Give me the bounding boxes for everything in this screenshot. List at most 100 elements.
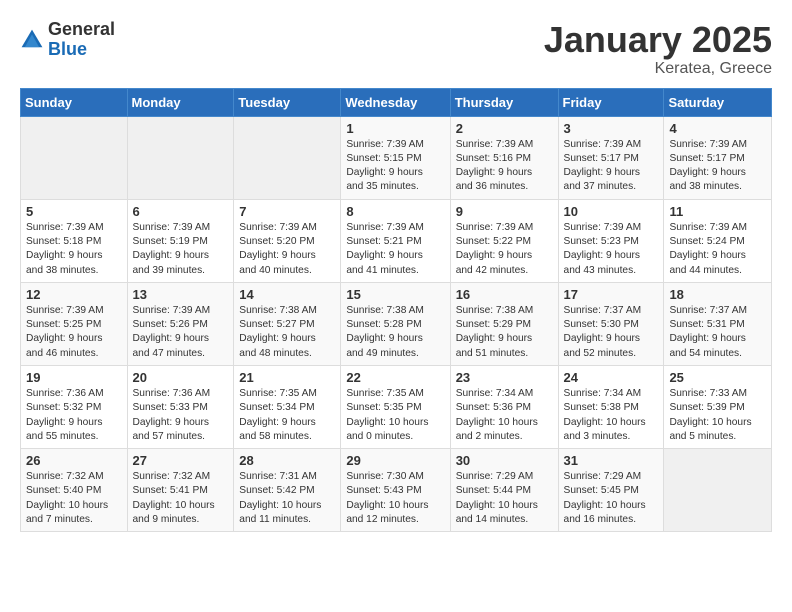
calendar-cell: 29 Sunrise: 7:30 AM Sunset: 5:43 PM Dayli… (341, 449, 450, 532)
calendar-table: SundayMondayTuesdayWednesdayThursdayFrid… (20, 88, 772, 533)
day-number: 8 (346, 204, 444, 219)
cell-content: Sunrise: 7:34 AM Sunset: 5:38 PM Dayligh… (564, 387, 659, 444)
calendar-cell (664, 449, 772, 532)
cell-content: Sunrise: 7:39 AM Sunset: 5:15 PM Dayligh… (346, 138, 444, 195)
day-number: 24 (564, 370, 659, 385)
day-number: 27 (133, 453, 229, 468)
cell-content: Sunrise: 7:38 AM Sunset: 5:28 PM Dayligh… (346, 304, 444, 361)
calendar-cell: 16Sunrise: 7:38 AM Sunset: 5:29 PM Dayli… (450, 282, 558, 365)
calendar-cell: 9Sunrise: 7:39 AM Sunset: 5:22 PM Daylig… (450, 199, 558, 282)
day-number: 6 (133, 204, 229, 219)
day-number: 7 (239, 204, 335, 219)
page-header: General Blue January 2025 Keratea, Greec… (20, 20, 772, 78)
day-number: 31 (564, 453, 659, 468)
day-number: 15 (346, 287, 444, 302)
cell-content: Sunrise: 7:35 AM Sunset: 5:34 PM Dayligh… (239, 387, 335, 444)
day-number: 30 (456, 453, 553, 468)
day-number: 5 (26, 204, 122, 219)
week-row-5: 26Sunrise: 7:32 AM Sunset: 5:40 PM Dayli… (21, 449, 772, 532)
day-number: 1 (346, 121, 444, 136)
calendar-cell: 30 Sunrise: 7:29 AM Sunset: 5:44 PM Dayli… (450, 449, 558, 532)
week-row-3: 12Sunrise: 7:39 AM Sunset: 5:25 PM Dayli… (21, 282, 772, 365)
cell-content: Sunrise: 7:39 AM Sunset: 5:26 PM Dayligh… (133, 304, 229, 361)
day-number: 3 (564, 121, 659, 136)
header-cell-wednesday: Wednesday (341, 88, 450, 116)
calendar-cell: 2Sunrise: 7:39 AM Sunset: 5:16 PM Daylig… (450, 116, 558, 199)
header-cell-thursday: Thursday (450, 88, 558, 116)
calendar-cell: 4Sunrise: 7:39 AM Sunset: 5:17 PM Daylig… (664, 116, 772, 199)
calendar-cell: 6 Sunrise: 7:39 AM Sunset: 5:19 PM Daylig… (127, 199, 234, 282)
cell-content: Sunrise: 7:39 AM Sunset: 5:16 PM Dayligh… (456, 138, 553, 195)
header-cell-sunday: Sunday (21, 88, 128, 116)
header-cell-saturday: Saturday (664, 88, 772, 116)
cell-content: Sunrise: 7:39 AM Sunset: 5:23 PM Dayligh… (564, 221, 659, 278)
logo-icon (20, 28, 44, 52)
logo-general: General (48, 20, 115, 40)
cell-content: Sunrise: 7:30 AM Sunset: 5:43 PM Dayligh… (346, 470, 444, 527)
cell-content: Sunrise: 7:39 AM Sunset: 5:24 PM Dayligh… (669, 221, 766, 278)
day-number: 28 (239, 453, 335, 468)
calendar-cell: 18 Sunrise: 7:37 AM Sunset: 5:31 PM Dayli… (664, 282, 772, 365)
cell-content: Sunrise: 7:39 AM Sunset: 5:17 PM Dayligh… (564, 138, 659, 195)
calendar-cell: 24 Sunrise: 7:34 AM Sunset: 5:38 PM Dayli… (558, 365, 664, 448)
calendar-cell: 25Sunrise: 7:33 AM Sunset: 5:39 PM Dayli… (664, 365, 772, 448)
cell-content: Sunrise: 7:39 AM Sunset: 5:22 PM Dayligh… (456, 221, 553, 278)
calendar-cell: 11Sunrise: 7:39 AM Sunset: 5:24 PM Dayli… (664, 199, 772, 282)
title-block: January 2025 Keratea, Greece (544, 20, 772, 78)
calendar-cell: 22Sunrise: 7:35 AM Sunset: 5:35 PM Dayli… (341, 365, 450, 448)
day-number: 23 (456, 370, 553, 385)
calendar-cell: 10 Sunrise: 7:39 AM Sunset: 5:23 PM Dayli… (558, 199, 664, 282)
calendar-cell: 17Sunrise: 7:37 AM Sunset: 5:30 PM Dayli… (558, 282, 664, 365)
day-number: 17 (564, 287, 659, 302)
cell-content: Sunrise: 7:38 AM Sunset: 5:29 PM Dayligh… (456, 304, 553, 361)
week-row-1: 1 Sunrise: 7:39 AM Sunset: 5:15 PM Daylig… (21, 116, 772, 199)
logo: General Blue (20, 20, 115, 60)
day-number: 21 (239, 370, 335, 385)
week-row-4: 19Sunrise: 7:36 AM Sunset: 5:32 PM Dayli… (21, 365, 772, 448)
header-row: SundayMondayTuesdayWednesdayThursdayFrid… (21, 88, 772, 116)
cell-content: Sunrise: 7:39 AM Sunset: 5:17 PM Dayligh… (669, 138, 766, 195)
calendar-subtitle: Keratea, Greece (544, 60, 772, 78)
calendar-cell: 15 Sunrise: 7:38 AM Sunset: 5:28 PM Dayli… (341, 282, 450, 365)
logo-text: General Blue (48, 20, 115, 60)
calendar-cell (234, 116, 341, 199)
day-number: 10 (564, 204, 659, 219)
day-number: 18 (669, 287, 766, 302)
calendar-cell: 31 Sunrise: 7:29 AM Sunset: 5:45 PM Dayli… (558, 449, 664, 532)
cell-content: Sunrise: 7:34 AM Sunset: 5:36 PM Dayligh… (456, 387, 553, 444)
cell-content: Sunrise: 7:32 AM Sunset: 5:41 PM Dayligh… (133, 470, 229, 527)
cell-content: Sunrise: 7:37 AM Sunset: 5:31 PM Dayligh… (669, 304, 766, 361)
calendar-cell: 27 Sunrise: 7:32 AM Sunset: 5:41 PM Dayli… (127, 449, 234, 532)
calendar-cell: 19Sunrise: 7:36 AM Sunset: 5:32 PM Dayli… (21, 365, 128, 448)
day-number: 19 (26, 370, 122, 385)
cell-content: Sunrise: 7:36 AM Sunset: 5:33 PM Dayligh… (133, 387, 229, 444)
day-number: 13 (133, 287, 229, 302)
calendar-cell: 12Sunrise: 7:39 AM Sunset: 5:25 PM Dayli… (21, 282, 128, 365)
cell-content: Sunrise: 7:39 AM Sunset: 5:25 PM Dayligh… (26, 304, 122, 361)
header-cell-friday: Friday (558, 88, 664, 116)
day-number: 14 (239, 287, 335, 302)
week-row-2: 5Sunrise: 7:39 AM Sunset: 5:18 PM Daylig… (21, 199, 772, 282)
calendar-cell (21, 116, 128, 199)
calendar-cell: 5Sunrise: 7:39 AM Sunset: 5:18 PM Daylig… (21, 199, 128, 282)
day-number: 25 (669, 370, 766, 385)
logo-blue: Blue (48, 40, 115, 60)
calendar-cell: 28 Sunrise: 7:31 AM Sunset: 5:42 PM Dayli… (234, 449, 341, 532)
day-number: 29 (346, 453, 444, 468)
cell-content: Sunrise: 7:29 AM Sunset: 5:45 PM Dayligh… (564, 470, 659, 527)
calendar-cell (127, 116, 234, 199)
cell-content: Sunrise: 7:29 AM Sunset: 5:44 PM Dayligh… (456, 470, 553, 527)
calendar-title: January 2025 (544, 20, 772, 60)
calendar-cell: 1 Sunrise: 7:39 AM Sunset: 5:15 PM Daylig… (341, 116, 450, 199)
cell-content: Sunrise: 7:31 AM Sunset: 5:42 PM Dayligh… (239, 470, 335, 527)
calendar-header: SundayMondayTuesdayWednesdayThursdayFrid… (21, 88, 772, 116)
cell-content: Sunrise: 7:39 AM Sunset: 5:19 PM Dayligh… (133, 221, 229, 278)
cell-content: Sunrise: 7:35 AM Sunset: 5:35 PM Dayligh… (346, 387, 444, 444)
day-number: 20 (133, 370, 229, 385)
header-cell-monday: Monday (127, 88, 234, 116)
calendar-cell: 20 Sunrise: 7:36 AM Sunset: 5:33 PM Dayli… (127, 365, 234, 448)
day-number: 26 (26, 453, 122, 468)
calendar-body: 1 Sunrise: 7:39 AM Sunset: 5:15 PM Daylig… (21, 116, 772, 532)
header-cell-tuesday: Tuesday (234, 88, 341, 116)
calendar-cell: 13 Sunrise: 7:39 AM Sunset: 5:26 PM Dayli… (127, 282, 234, 365)
